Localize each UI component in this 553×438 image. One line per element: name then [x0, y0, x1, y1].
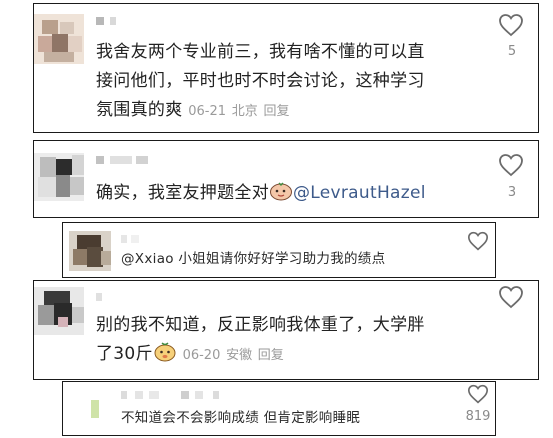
- emoji-sticker-icon: [269, 181, 293, 211]
- heart-outline-icon[interactable]: [498, 285, 524, 309]
- comment-card: 确实，我室友押题全对 @LevrautHazel 3: [33, 140, 539, 218]
- comment-card: 我舍友两个专业前三，我有啥不懂的可以直 接问他们，平时也时不时会讨论，这种学习 …: [33, 3, 539, 133]
- avatar[interactable]: [34, 14, 84, 64]
- heart-outline-icon[interactable]: [498, 13, 524, 37]
- comment-date: 06-20: [182, 348, 221, 363]
- emoji-sticker-icon: [153, 340, 177, 372]
- avatar[interactable]: [91, 400, 99, 418]
- comment-text: @Xxiao 小姐姐请你好好学习助力我的绩点: [121, 251, 386, 267]
- comment-text: 确实，我室友押题全对 @LevrautHazel: [96, 179, 496, 211]
- reply-button[interactable]: 回复: [263, 104, 289, 119]
- avatar[interactable]: [34, 287, 84, 335]
- avatar[interactable]: [34, 153, 84, 201]
- mention-link[interactable]: @LevrautHazel: [293, 183, 426, 203]
- comment-text: 别的我不知道，反正影响我体重了，大学胖 了30斤 06-20 安徽 回复: [96, 311, 496, 372]
- reply-card: @Xxiao 小姐姐请你好好学习助力我的绩点: [62, 222, 496, 278]
- reply-button[interactable]: 回复: [258, 348, 284, 363]
- comment-location: 安徽: [226, 348, 253, 363]
- heart-outline-icon[interactable]: [498, 153, 524, 177]
- heart-outline-icon[interactable]: [467, 231, 489, 251]
- comment-date: 06-21: [188, 104, 226, 119]
- comment-text: 我舍友两个专业前三，我有啥不懂的可以直 接问他们，平时也时不时会讨论，这种学习 …: [96, 42, 425, 120]
- like-count: 819: [465, 409, 491, 424]
- like-count: 5: [507, 44, 517, 59]
- avatar[interactable]: [69, 231, 111, 271]
- heart-outline-icon[interactable]: [467, 384, 489, 404]
- comment-card: 别的我不知道，反正影响我体重了，大学胖 了30斤 06-20 安徽 回复: [33, 280, 539, 380]
- comment-text: 不知道会不会影响成绩 但肯定影响睡眠: [121, 410, 361, 426]
- comment-location: 北京: [231, 104, 258, 119]
- reply-card: 不知道会不会影响成绩 但肯定影响睡眠 819: [62, 381, 496, 436]
- like-count: 3: [507, 185, 517, 200]
